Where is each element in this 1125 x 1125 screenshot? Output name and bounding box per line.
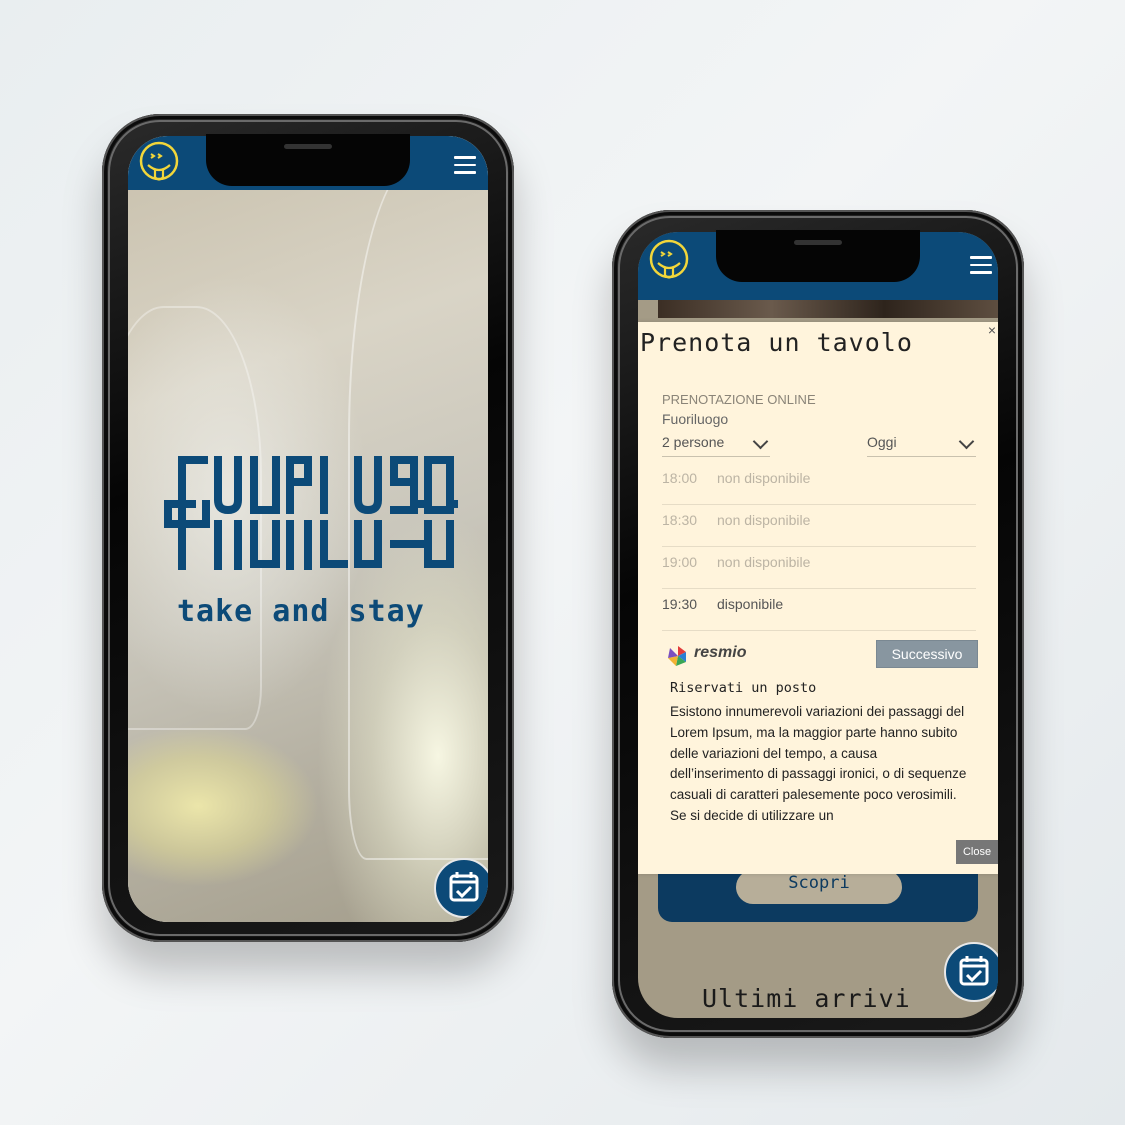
booking-modal: × Prenota un tavolo PRENOTAZIONE ONLINE … [638, 322, 998, 874]
booking-kicker: PRENOTAZIONE ONLINE [662, 392, 816, 407]
phone-notch [206, 134, 410, 186]
booking-screen: Scopri Ultimi arrivi × Prenota un tavolo… [638, 232, 998, 1018]
calendar-check-icon[interactable] [944, 942, 998, 1002]
background-photo-strip [658, 300, 998, 318]
phone-booking-mockup: Scopri Ultimi arrivi × Prenota un tavolo… [612, 210, 1024, 1038]
modal-title: Prenota un tavolo [640, 328, 913, 357]
resmio-logo-icon [668, 646, 686, 666]
close-button[interactable]: Close [956, 840, 998, 864]
venue-name: Fuoriluogo [662, 411, 729, 427]
home-screen: take and stay [128, 136, 488, 922]
date-select[interactable]: Oggi [867, 433, 976, 457]
phone-notch [716, 230, 920, 282]
chevron-down-icon [958, 433, 975, 450]
hamburger-menu-icon[interactable] [970, 256, 992, 279]
phone-home-mockup: take and stay [102, 114, 514, 942]
date-select-value: Oggi [867, 434, 897, 450]
tagline: take and stay [177, 594, 425, 629]
discover-button[interactable]: Scopri [736, 870, 902, 904]
time-slot: 18:00 non disponibile [662, 470, 976, 505]
slot-status: non disponibile [717, 554, 811, 570]
time-slot-available[interactable]: 19:30 disponibile [662, 596, 976, 631]
hamburger-menu-icon[interactable] [454, 156, 476, 179]
modal-body-text: Esistono innumerevoli variazioni dei pas… [670, 704, 967, 823]
section-title: Ultimi arrivi [702, 984, 911, 1013]
calendar-check-icon[interactable] [434, 858, 488, 918]
slot-status: non disponibile [717, 512, 811, 528]
smiley-tongue-icon[interactable] [136, 140, 182, 186]
guests-select-value: 2 persone [662, 434, 725, 450]
next-button[interactable]: Successivo [876, 640, 978, 668]
chevron-down-icon [752, 433, 769, 450]
slot-time: 18:30 [662, 512, 698, 528]
time-slot: 18:30 non disponibile [662, 512, 976, 547]
resmio-label: resmio [694, 644, 747, 661]
slot-time: 19:30 [662, 596, 698, 612]
modal-close-x[interactable]: × [988, 322, 996, 338]
slot-status: disponibile [717, 596, 784, 612]
smiley-tongue-icon[interactable] [646, 238, 692, 284]
fuoriluogo-logo [164, 456, 458, 570]
guests-select[interactable]: 2 persone [662, 433, 770, 457]
slot-time: 19:00 [662, 554, 698, 570]
modal-subtitle: Riservati un posto [670, 680, 817, 696]
time-slot: 19:00 non disponibile [662, 554, 976, 589]
slot-status: non disponibile [717, 470, 811, 486]
slot-time: 18:00 [662, 470, 698, 486]
